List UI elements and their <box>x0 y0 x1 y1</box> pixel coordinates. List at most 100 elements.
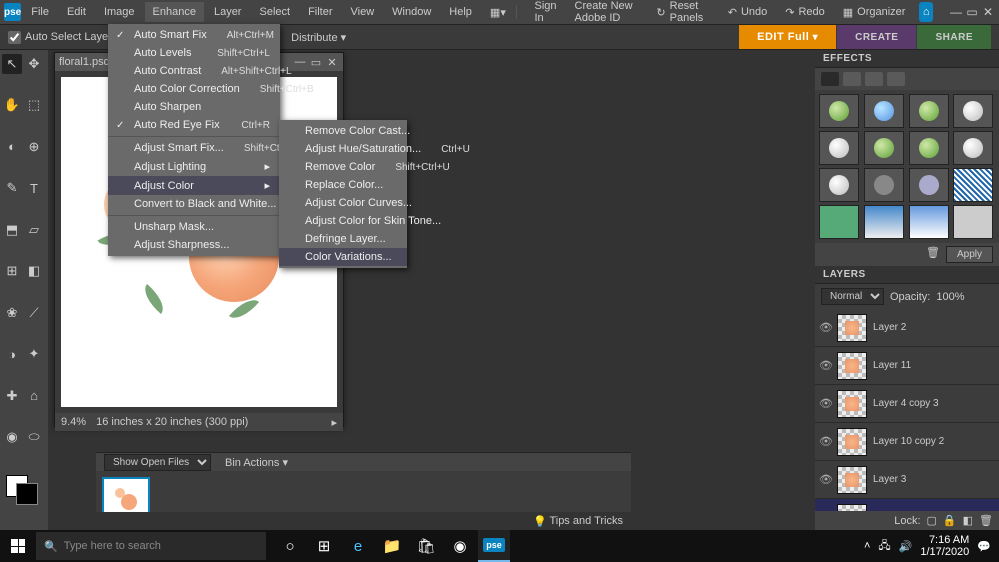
effects-panel-header[interactable]: EFFECTS <box>815 50 999 68</box>
layer-row[interactable]: 👁Layer 2 <box>815 309 999 347</box>
menu-item-auto-color-correction[interactable]: Auto Color CorrectionShift+Ctrl+B <box>108 80 280 98</box>
submenu-item-defringe-layer-[interactable]: Defringe Layer... <box>279 230 407 248</box>
tool-3[interactable]: ⬚ <box>24 95 44 115</box>
doc-maximize[interactable]: ▭ <box>309 56 323 69</box>
effect-thumb[interactable] <box>819 94 859 128</box>
taskbar-search[interactable]: 🔍Type here to search <box>36 532 266 560</box>
submenu-item-remove-color-cast-[interactable]: Remove Color Cast... <box>279 122 407 140</box>
menu-enhance[interactable]: Enhance <box>145 2 204 22</box>
tool-18[interactable]: ◉ <box>2 427 22 447</box>
home-button[interactable]: ⌂ <box>919 2 933 22</box>
submenu-item-adjust-color-for-skin-tone-[interactable]: Adjust Color for Skin Tone... <box>279 212 407 230</box>
organizer-button[interactable]: ▦Organizer <box>839 4 910 21</box>
effect-thumb[interactable] <box>864 168 904 202</box>
layer-row[interactable]: 👁Layer 11 <box>815 347 999 385</box>
undo-button[interactable]: ↶Undo <box>724 4 772 21</box>
effect-thumb[interactable] <box>819 205 859 239</box>
menu-item-adjust-color[interactable]: Adjust Color▸ <box>108 176 280 195</box>
menu-image[interactable]: Image <box>96 2 143 22</box>
distribute-dropdown[interactable]: Distribute ▾ <box>291 31 346 44</box>
pse-taskbar-icon[interactable]: pse <box>478 530 510 562</box>
auto-select-layer-checkbox[interactable]: Auto Select Layer <box>8 31 112 44</box>
menu-item-auto-smart-fix[interactable]: Auto Smart FixAlt+Ctrl+M <box>108 26 280 44</box>
start-button[interactable] <box>0 530 36 562</box>
cortana-icon[interactable]: ○ <box>274 530 306 562</box>
network-icon[interactable]: 🖧 <box>878 537 890 556</box>
menu-edit[interactable]: Edit <box>59 2 94 22</box>
redo-button[interactable]: ↷Redo <box>781 4 829 21</box>
effect-thumb[interactable] <box>953 131 993 165</box>
submenu-item-adjust-color-curves-[interactable]: Adjust Color Curves... <box>279 194 407 212</box>
visibility-icon[interactable]: 👁 <box>819 397 831 410</box>
task-view-icon[interactable]: ⊞ <box>308 530 340 562</box>
taskbar-clock[interactable]: 7:16 AM 1/17/2020 <box>920 534 969 558</box>
sign-in-link[interactable]: Sign In <box>526 0 564 28</box>
tool-1[interactable]: ✥ <box>24 54 44 74</box>
submenu-item-remove-color[interactable]: Remove ColorShift+Ctrl+U <box>279 158 407 176</box>
tool-9[interactable]: ▱ <box>24 220 44 240</box>
window-minimize[interactable]: — <box>949 5 963 19</box>
effect-thumb[interactable] <box>864 94 904 128</box>
effects-tab-1[interactable] <box>821 72 839 86</box>
menu-item-auto-sharpen[interactable]: Auto Sharpen <box>108 98 280 116</box>
tool-11[interactable]: ◧ <box>24 261 44 281</box>
menu-item-auto-red-eye-fix[interactable]: Auto Red Eye FixCtrl+R <box>108 116 280 134</box>
apply-effect-button[interactable]: Apply <box>946 246 993 263</box>
menu-layer[interactable]: Layer <box>206 2 250 22</box>
new-layer-icon[interactable]: ◧ <box>963 514 973 527</box>
effect-thumb[interactable] <box>953 94 993 128</box>
visibility-icon[interactable]: 👁 <box>819 473 831 486</box>
menu-item-adjust-sharpness-[interactable]: Adjust Sharpness... <box>108 236 280 254</box>
effect-thumb[interactable] <box>819 168 859 202</box>
create-adobe-id-link[interactable]: Create New Adobe ID <box>567 0 651 28</box>
tool-0[interactable]: ↖ <box>2 54 22 74</box>
menu-item-adjust-smart-fix-[interactable]: Adjust Smart Fix...Shift+Ctrl+M <box>108 139 280 157</box>
menu-select[interactable]: Select <box>251 2 298 22</box>
effect-thumb[interactable] <box>953 168 993 202</box>
effect-thumb[interactable] <box>909 205 949 239</box>
notifications-icon[interactable]: 💬 <box>977 540 991 553</box>
lock-transparency-icon[interactable]: ▢ <box>927 514 937 527</box>
store-icon[interactable]: 🛍 <box>410 530 442 562</box>
lock-all-icon[interactable]: 🔒 <box>943 514 957 527</box>
opacity-value[interactable]: 100% <box>936 291 964 303</box>
tool-4[interactable]: ◐ <box>2 137 22 157</box>
effects-tab-2[interactable] <box>843 72 861 86</box>
submenu-item-color-variations-[interactable]: Color Variations... <box>279 248 407 266</box>
tool-7[interactable]: T <box>24 178 44 198</box>
zoom-level[interactable]: 9.4% <box>61 416 86 428</box>
effect-thumb[interactable] <box>819 131 859 165</box>
tool-6[interactable]: ✎ <box>2 178 22 198</box>
delete-layer-icon[interactable]: 🗑 <box>979 514 993 527</box>
tool-15[interactable]: ✦ <box>24 344 44 364</box>
edge-icon[interactable]: e <box>342 530 374 562</box>
tab-edit-full[interactable]: EDIT Full ▾ <box>739 25 836 49</box>
tool-8[interactable]: ⬒ <box>2 220 22 240</box>
submenu-item-replace-color-[interactable]: Replace Color... <box>279 176 407 194</box>
tab-create[interactable]: CREATE <box>837 25 916 49</box>
tool-16[interactable]: ✚ <box>2 386 22 406</box>
tool-2[interactable]: ✋ <box>2 95 22 115</box>
menu-item-adjust-lighting[interactable]: Adjust Lighting▸ <box>108 157 280 176</box>
effect-thumb[interactable] <box>864 205 904 239</box>
doc-minimize[interactable]: — <box>293 56 307 69</box>
bin-filter-select[interactable]: Show Open Files <box>104 454 211 471</box>
blend-mode-select[interactable]: Normal <box>821 288 884 305</box>
menu-item-convert-to-black-and-white-[interactable]: Convert to Black and White...Alt+Ctrl+B <box>108 195 280 213</box>
effects-tab-3[interactable] <box>865 72 883 86</box>
color-swatches[interactable] <box>2 475 46 507</box>
layers-panel-header[interactable]: LAYERS <box>815 266 999 284</box>
tool-14[interactable]: ◑ <box>2 344 22 364</box>
tips-link[interactable]: Tips and Tricks <box>549 515 623 527</box>
menu-item-auto-levels[interactable]: Auto LevelsShift+Ctrl+L <box>108 44 280 62</box>
effects-tab-4[interactable] <box>887 72 905 86</box>
bin-actions-dropdown[interactable]: Bin Actions ▾ <box>225 456 288 469</box>
effect-thumb[interactable] <box>864 131 904 165</box>
window-close[interactable]: ✕ <box>981 5 995 19</box>
effect-thumb[interactable] <box>909 131 949 165</box>
reset-panels-button[interactable]: ↻Reset Panels <box>652 0 713 26</box>
trash-icon[interactable]: 🗑 <box>926 246 940 263</box>
tab-share[interactable]: SHARE <box>917 25 991 49</box>
tool-5[interactable]: ⊕ <box>24 137 44 157</box>
menu-help[interactable]: Help <box>441 2 480 22</box>
